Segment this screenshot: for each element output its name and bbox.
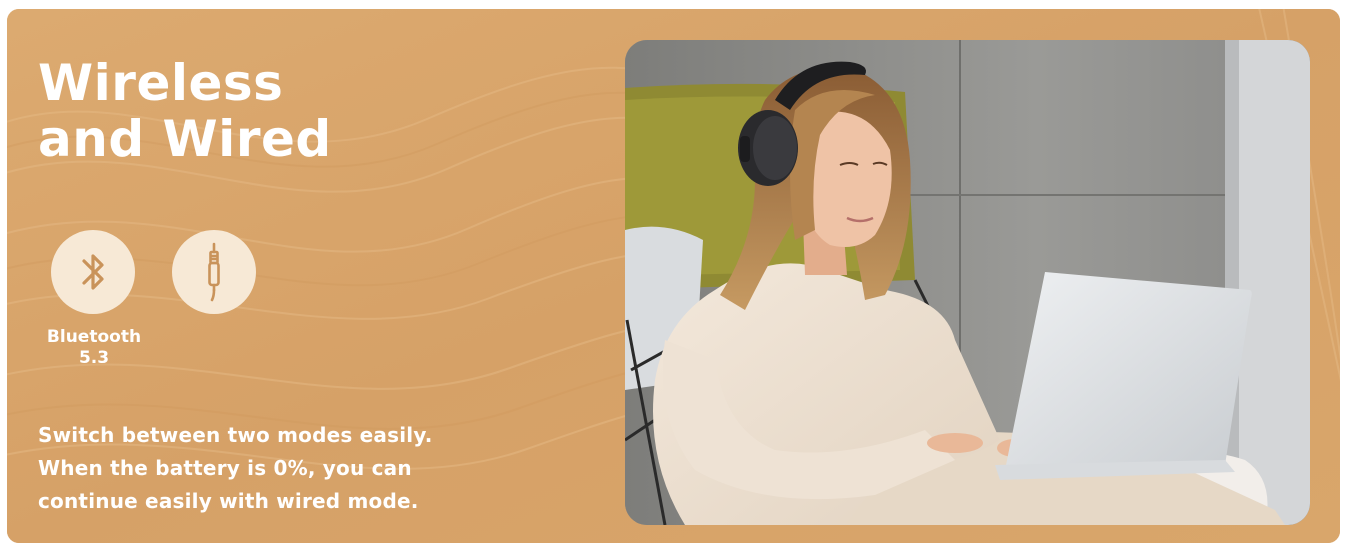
bluetooth-mode-badge: [51, 230, 135, 314]
description-line-2: When the battery is 0%, you can: [38, 456, 412, 480]
description-line-1: Switch between two modes easily.: [38, 423, 433, 447]
headline-line-2: and Wired: [38, 110, 332, 168]
wired-mode-badge: [172, 230, 256, 314]
bluetooth-label-version: 5.3: [78, 348, 110, 368]
feature-banner: Wireless and Wired Bluetooth 5.3 Switch …: [7, 9, 1340, 543]
headline-line-1: Wireless: [38, 54, 284, 112]
headline: Wireless and Wired: [38, 55, 332, 167]
bluetooth-label-name: Bluetooth: [46, 327, 142, 347]
feature-description: Switch between two modes easily. When th…: [38, 419, 433, 518]
description-line-3: continue easily with wired mode.: [38, 489, 419, 513]
audio-jack-icon: [208, 242, 220, 302]
bluetooth-mode-label: Bluetooth 5.3: [29, 327, 159, 369]
woman-with-headphones-and-laptop-image: [625, 40, 1310, 525]
bluetooth-icon: [82, 254, 104, 290]
lifestyle-photo: [625, 40, 1310, 525]
